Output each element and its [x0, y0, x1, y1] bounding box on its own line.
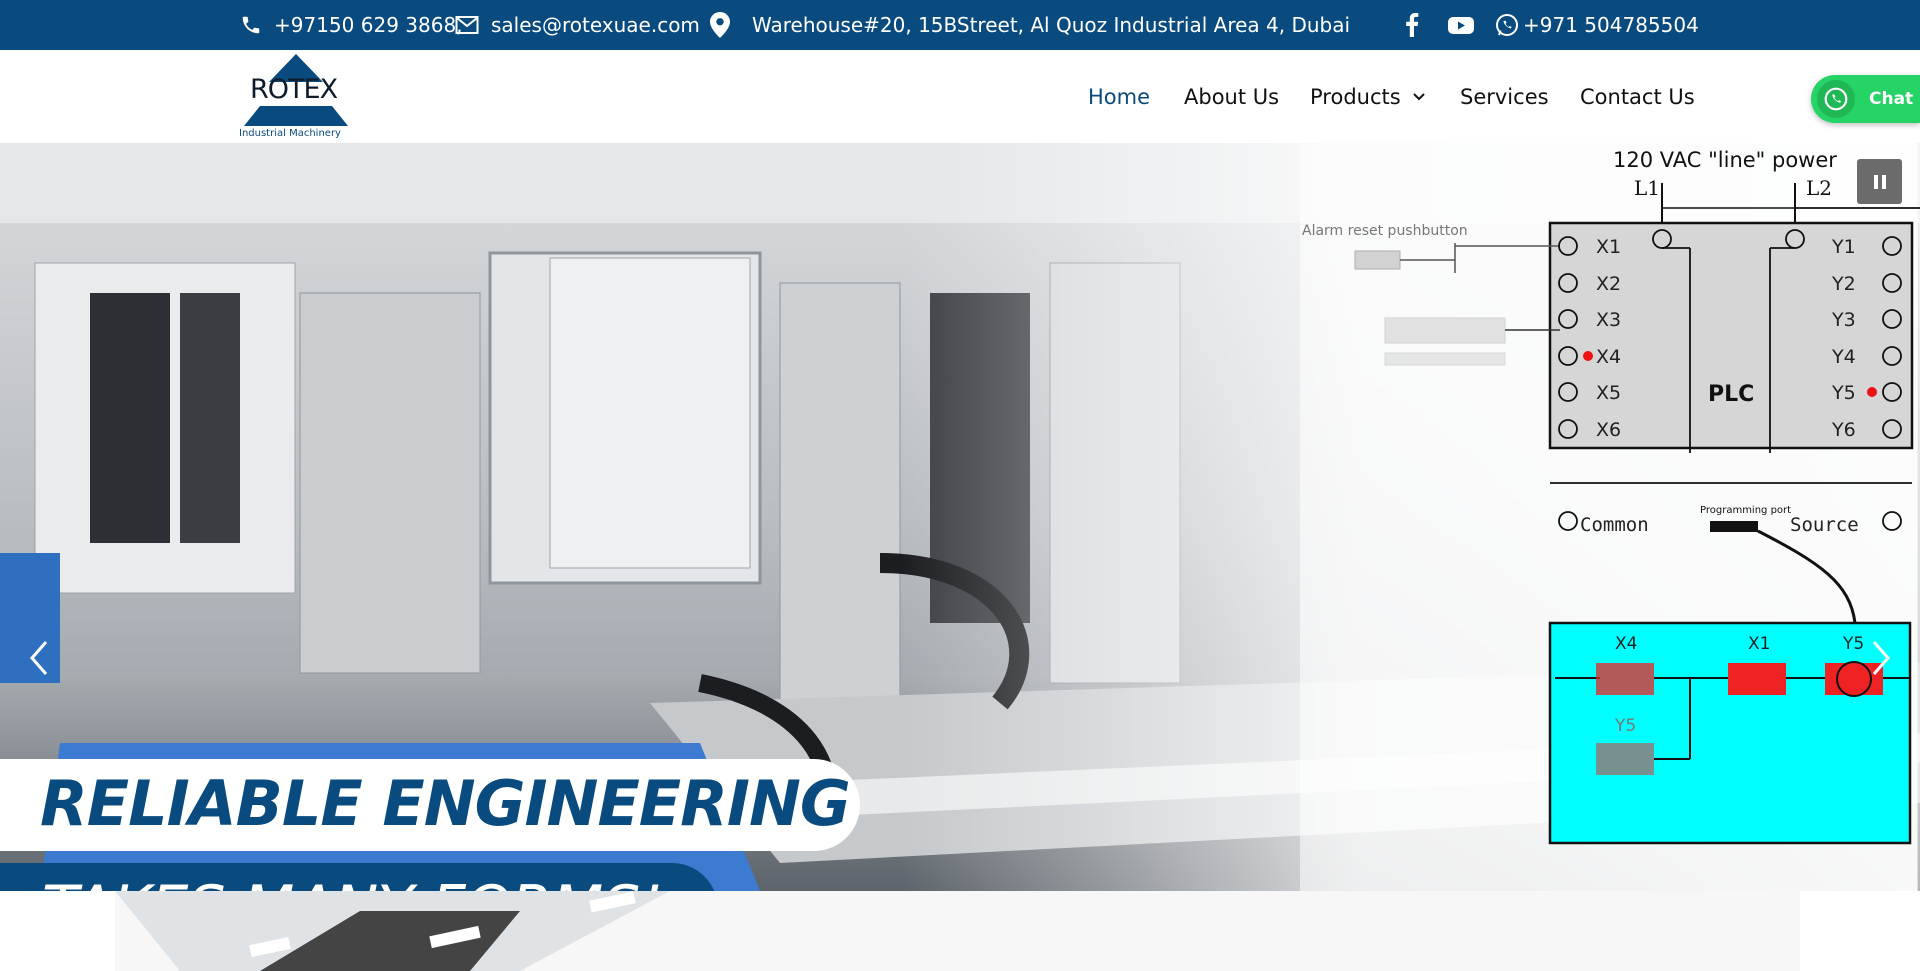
mail-icon	[455, 16, 479, 34]
slider-pause-button[interactable]	[1857, 159, 1902, 204]
youtube-link[interactable]	[1448, 0, 1474, 50]
nav-services[interactable]: Services	[1460, 50, 1549, 143]
email-text: sales@rotexuae.com	[491, 13, 700, 37]
plc-output-y2: Y2	[1831, 273, 1856, 295]
plc-input-x1: X1	[1596, 236, 1621, 258]
nav-home[interactable]: Home	[1088, 50, 1150, 143]
top-bar: +97150 629 3868, sales@rotexuae.com Ware…	[0, 0, 1920, 50]
diagram-title: 120 VAC "line" power	[1613, 148, 1837, 172]
nav-contact-us[interactable]: Contact Us	[1580, 50, 1695, 143]
plc-output-y1: Y1	[1831, 236, 1856, 258]
ladder-y5-seal: Y5	[1614, 716, 1636, 736]
plc-output-y5: Y5	[1831, 382, 1856, 404]
plc-output-y3: Y3	[1831, 309, 1856, 331]
whatsapp-chat-button[interactable]: Chat	[1811, 75, 1920, 123]
youtube-icon	[1448, 17, 1474, 34]
location-pin-icon	[710, 12, 730, 38]
hero-subheading-banner: TAKES MANY FORMS!	[0, 863, 718, 891]
slider-prev-arrow-icon[interactable]	[26, 638, 54, 678]
plc-output-y4: Y4	[1831, 346, 1856, 368]
nav-home-label: Home	[1088, 84, 1151, 109]
ladder-x1: X1	[1748, 634, 1770, 654]
address-text: Warehouse#20, 15BStreet, Al Quoz Industr…	[752, 13, 1351, 37]
phone-icon	[242, 16, 260, 34]
top-address: Warehouse#20, 15BStreet, Al Quoz Industr…	[710, 0, 1350, 50]
ladder-x4: X4	[1615, 634, 1637, 654]
top-whatsapp[interactable]: +971 504785504	[1495, 0, 1699, 50]
site-logo[interactable]: ROTEX Industrial Machinery	[238, 54, 354, 142]
plc-label: PLC	[1708, 382, 1754, 407]
plc-source-label: Source	[1790, 514, 1859, 536]
nav-services-label: Services	[1460, 84, 1549, 109]
ladder-y5: Y5	[1842, 634, 1864, 654]
nav-products-label: Products	[1310, 84, 1401, 109]
facebook-link[interactable]	[1405, 0, 1419, 50]
section-image-strip	[115, 891, 1800, 971]
chat-label: Chat	[1869, 89, 1914, 109]
programming-port-label: Programming port	[1700, 505, 1791, 516]
nav-products[interactable]: Products	[1310, 50, 1425, 143]
next-section	[0, 891, 1920, 971]
whatsapp-icon	[1496, 14, 1518, 36]
facebook-icon	[1406, 13, 1419, 37]
nav-about-us[interactable]: About Us	[1184, 50, 1279, 143]
chevron-down-icon	[1412, 92, 1425, 100]
hero-heading-banner: RELIABLE ENGINEERING	[0, 759, 860, 851]
whatsapp-text: +971 504785504	[1523, 13, 1699, 37]
plc-output-y6: Y6	[1831, 419, 1856, 441]
slider-next-arrow-icon[interactable]	[1866, 638, 1894, 678]
nav-contact-label: Contact Us	[1580, 84, 1695, 109]
diagram-l1: L1	[1634, 176, 1660, 200]
plc-input-x6: X6	[1596, 419, 1621, 441]
ladder-diagram	[1548, 621, 1912, 845]
whatsapp-chat-icon	[1817, 80, 1855, 118]
nav-about-label: About Us	[1184, 84, 1280, 109]
plc-input-x5: X5	[1596, 382, 1621, 404]
plc-input-x2: X2	[1596, 273, 1621, 295]
plc-common-label: Common	[1580, 514, 1649, 536]
diagram-l2: L2	[1806, 176, 1832, 200]
logo-wordmark: ROTEX	[250, 74, 338, 105]
hero-heading-line2: TAKES MANY FORMS!	[42, 873, 663, 891]
top-phone[interactable]: +97150 629 3868,	[240, 0, 463, 50]
plc-input-x4: X4	[1596, 346, 1621, 368]
diagram-alarm-label: Alarm reset pushbutton	[1302, 223, 1468, 239]
logo-tagline: Industrial Machinery	[239, 128, 341, 139]
hero-slider: 120 VAC "line" power L1 L2 Alarm reset p…	[0, 143, 1920, 891]
phone-text: +97150 629 3868,	[274, 13, 463, 37]
hero-heading-line1: RELIABLE ENGINEERING	[40, 767, 851, 840]
plc-input-x3: X3	[1596, 309, 1621, 331]
top-email[interactable]: sales@rotexuae.com	[455, 0, 700, 50]
pause-icon	[1873, 174, 1886, 189]
